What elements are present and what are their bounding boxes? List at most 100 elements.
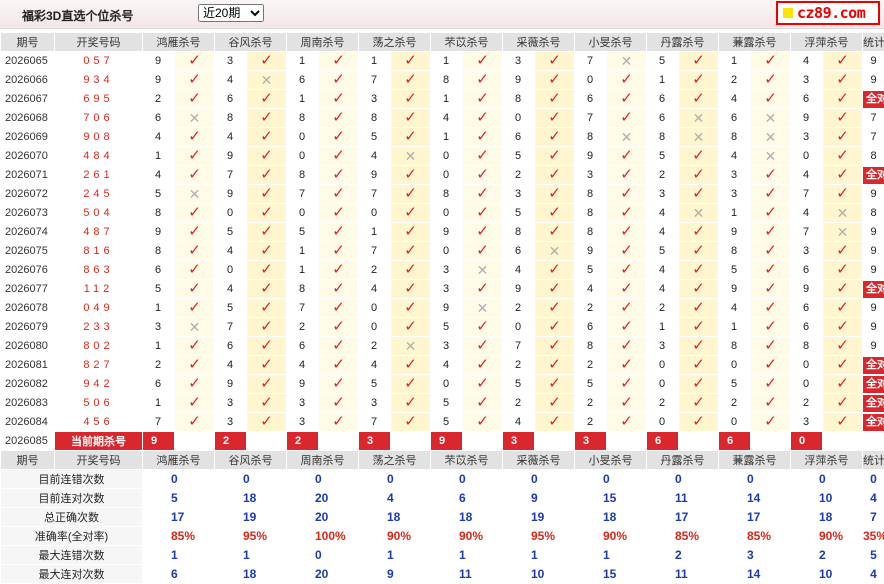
draw-number-cell: 827 <box>55 356 143 375</box>
table-header-row: 期号 开奖号码 鸿雁杀号 谷风杀号 周南杀号 荡之杀号 芣苡杀号 采薇杀号 小旻… <box>1 33 884 52</box>
check-mark-icon: ✓ <box>260 394 273 411</box>
check-mark-icon: ✓ <box>476 204 489 221</box>
result-cell: ✓ <box>391 166 431 185</box>
check-mark-icon: ✓ <box>836 109 849 126</box>
period-select[interactable]: 近20期 <box>198 4 264 22</box>
draw-number-cell: 816 <box>55 242 143 261</box>
result-cell: ✓ <box>319 71 359 90</box>
check-mark-icon: ✓ <box>476 242 489 259</box>
current-kill-cell: 2 <box>287 432 319 451</box>
kill-number-cell: 3 <box>719 185 751 204</box>
check-mark-icon: ✓ <box>548 90 561 107</box>
result-cell: ✓ <box>607 337 647 356</box>
draw-number-cell: 245 <box>55 185 143 204</box>
kill-number-cell: 4 <box>143 166 175 185</box>
result-cell: ✓ <box>247 166 287 185</box>
kill-number-cell: 3 <box>791 242 823 261</box>
kill-number-cell: 9 <box>431 223 463 242</box>
stat-tally-cell: 7 <box>863 508 884 527</box>
check-mark-icon: ✓ <box>764 166 777 183</box>
check-mark-icon: ✓ <box>548 318 561 335</box>
cross-mark-icon: ✕ <box>693 205 705 221</box>
check-mark-icon: ✓ <box>548 356 561 373</box>
kill-number-cell: 3 <box>791 71 823 90</box>
tally-cell: 9 <box>863 337 884 356</box>
check-mark-icon: ✓ <box>764 261 777 278</box>
issue-cell: 2026084 <box>1 413 55 432</box>
empty-cell <box>679 432 719 451</box>
result-cell: ✓ <box>319 261 359 280</box>
result-cell: ✕ <box>175 109 215 128</box>
result-cell: ✓ <box>535 356 575 375</box>
check-mark-icon: ✓ <box>548 223 561 240</box>
check-mark-icon: ✓ <box>692 299 705 316</box>
stat-value-cell: 11 <box>647 489 719 508</box>
result-cell: ✓ <box>319 223 359 242</box>
result-cell: ✓ <box>823 413 863 432</box>
kill-number-cell: 4 <box>215 356 247 375</box>
result-cell: ✓ <box>463 413 503 432</box>
kill-number-cell: 5 <box>503 147 535 166</box>
kill-number-cell: 7 <box>791 185 823 204</box>
result-cell: ✕ <box>175 185 215 204</box>
check-mark-icon: ✓ <box>836 52 849 69</box>
result-cell: ✓ <box>535 299 575 318</box>
check-mark-icon: ✓ <box>764 318 777 335</box>
check-mark-icon: ✓ <box>260 337 273 354</box>
stat-tally-cell: 35% <box>863 527 884 546</box>
check-mark-icon: ✓ <box>332 413 345 430</box>
result-cell: ✓ <box>247 242 287 261</box>
check-mark-icon: ✓ <box>188 375 201 392</box>
result-cell: ✓ <box>679 299 719 318</box>
kill-number-cell: 0 <box>431 166 463 185</box>
check-mark-icon: ✓ <box>836 299 849 316</box>
kill-number-cell: 5 <box>431 413 463 432</box>
kill-number-cell: 0 <box>431 242 463 261</box>
check-mark-icon: ✓ <box>476 356 489 373</box>
current-period-row: 2026085当前期杀号9223933660 <box>1 432 884 451</box>
tally-cell: 9 <box>863 223 884 242</box>
kill-number-cell: 4 <box>647 204 679 223</box>
result-cell: ✓ <box>247 280 287 299</box>
kill-number-cell: 0 <box>503 318 535 337</box>
kill-number-cell: 2 <box>791 394 823 413</box>
result-cell: ✕ <box>535 242 575 261</box>
kill-number-cell: 8 <box>431 185 463 204</box>
result-cell: ✓ <box>535 280 575 299</box>
kill-number-cell: 3 <box>359 90 391 109</box>
result-cell: ✓ <box>751 52 791 71</box>
check-mark-icon: ✓ <box>260 299 273 316</box>
check-mark-icon: ✓ <box>692 318 705 335</box>
check-mark-icon: ✓ <box>332 242 345 259</box>
kill-number-cell: 1 <box>431 52 463 71</box>
kill-number-cell: 2 <box>575 356 607 375</box>
result-cell: ✓ <box>175 204 215 223</box>
check-mark-icon: ✓ <box>764 375 777 392</box>
check-mark-icon: ✓ <box>260 356 273 373</box>
result-cell: ✓ <box>751 242 791 261</box>
kill-number-cell: 6 <box>791 299 823 318</box>
result-cell: ✕ <box>247 71 287 90</box>
kill-number-cell: 4 <box>287 356 319 375</box>
kill-number-cell: 9 <box>143 71 175 90</box>
check-mark-icon: ✓ <box>332 337 345 354</box>
cross-mark-icon: ✕ <box>837 205 849 221</box>
site-logo[interactable]: cz89.com <box>776 1 880 25</box>
result-cell: ✓ <box>247 147 287 166</box>
result-cell: ✕ <box>679 204 719 223</box>
stat-label-cell: 目前连错次数 <box>1 470 143 489</box>
kill-number-cell: 0 <box>431 204 463 223</box>
check-mark-icon: ✓ <box>764 337 777 354</box>
table-row: 20260829426✓9✓9✓5✓0✓5✓5✓0✓5✓0✓全对 <box>1 375 884 394</box>
result-cell: ✓ <box>319 147 359 166</box>
kill-number-cell: 6 <box>575 318 607 337</box>
result-cell: ✓ <box>679 280 719 299</box>
result-cell: ✓ <box>607 204 647 223</box>
stat-tally-cell: 0 <box>863 470 884 489</box>
column-header-method: 蒹露杀号 <box>719 33 791 52</box>
check-mark-icon: ✓ <box>404 413 417 430</box>
check-mark-icon: ✓ <box>188 356 201 373</box>
kill-number-cell: 3 <box>143 318 175 337</box>
result-cell: ✓ <box>535 394 575 413</box>
kill-number-cell: 8 <box>575 204 607 223</box>
